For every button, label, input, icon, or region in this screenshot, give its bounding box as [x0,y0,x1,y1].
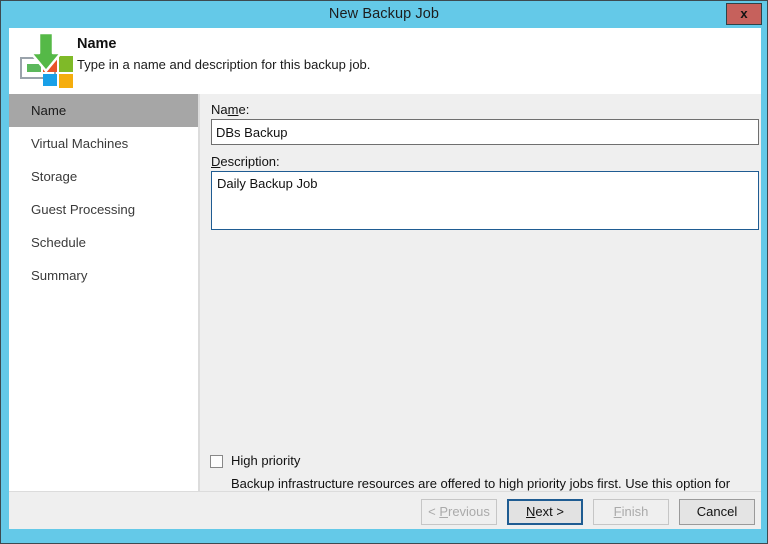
banner-title: Name [77,36,117,52]
step-content-pane: Name: Description: Daily Backup Job High… [199,94,761,491]
titlebar: New Backup Job x [1,1,767,28]
banner: Name Type in a name and description for … [9,28,761,94]
sidebar-item-storage[interactable]: Storage [9,160,198,193]
sidebar-item-guest-processing[interactable]: Guest Processing [9,193,198,226]
new-backup-job-dialog: New Backup Job x Name Type in a name and… [0,0,768,544]
sidebar-item-virtual-machines[interactable]: Virtual Machines [9,127,198,160]
banner-subtitle: Type in a name and description for this … [77,57,370,72]
high-priority-block: High priority Backup infrastructure reso… [209,453,754,473]
high-priority-checkbox[interactable] [210,455,223,468]
close-icon[interactable]: x [726,3,762,25]
window-title: New Backup Job [1,1,767,28]
name-field-label: Name: [211,102,249,117]
dialog-client-area: Name Type in a name and description for … [9,28,761,529]
high-priority-row: High priority [209,453,754,473]
description-input[interactable]: Daily Backup Job [212,172,758,229]
description-input-wrapper: Daily Backup Job [211,171,759,230]
next-button[interactable]: Next > [507,499,583,525]
name-input[interactable] [211,119,759,145]
previous-button[interactable]: < Previous [421,499,497,525]
sidebar-item-summary[interactable]: Summary [9,259,198,292]
backup-job-icon [19,31,75,89]
wizard-step-sidebar: Name Virtual Machines Storage Guest Proc… [9,94,199,491]
sidebar-item-schedule[interactable]: Schedule [9,226,198,259]
high-priority-label[interactable]: High priority [231,453,300,468]
sidebar-item-name[interactable]: Name [9,94,198,127]
dialog-footer: < Previous Next > Finish Cancel [9,491,761,529]
description-field-label: Description: [211,154,280,169]
finish-button[interactable]: Finish [593,499,669,525]
cancel-button[interactable]: Cancel [679,499,755,525]
